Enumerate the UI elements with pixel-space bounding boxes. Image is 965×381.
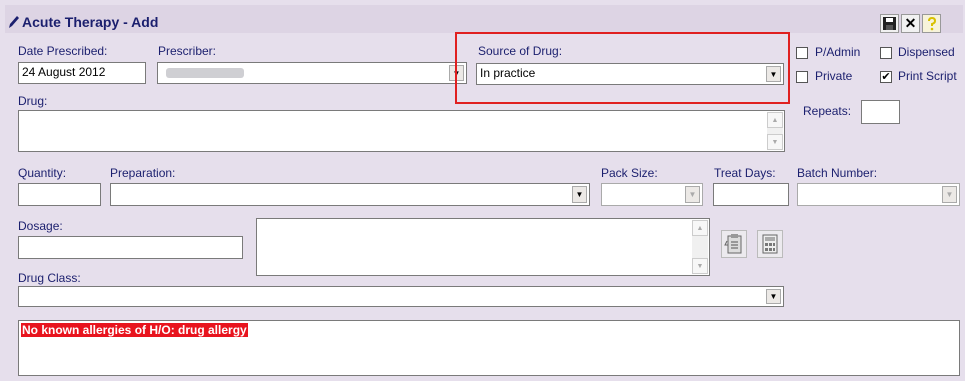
chevron-down-icon[interactable]: ▼ (685, 186, 700, 203)
drug-class-select[interactable]: ▼ (18, 286, 784, 307)
date-prescribed-field[interactable]: 24 August 2012 (18, 62, 146, 84)
help-button[interactable] (922, 14, 941, 33)
prescriber-redacted-value (166, 68, 244, 78)
prescriber-select[interactable]: ▼ (157, 62, 467, 84)
dosage-field[interactable] (18, 236, 243, 259)
scroll-up-icon[interactable]: ▲ (692, 220, 708, 236)
scroll-down-icon[interactable]: ▼ (767, 134, 783, 150)
drug-field[interactable]: ▲ ▼ (18, 110, 785, 152)
dosage-label: Dosage: (18, 219, 63, 233)
pack-size-select[interactable]: ▼ (601, 183, 703, 206)
dosage-scrollbar[interactable]: ▲ ▼ (692, 220, 708, 274)
batch-number-select[interactable]: ▼ (797, 183, 960, 206)
preparation-select[interactable]: ▼ (110, 183, 590, 206)
save-button[interactable] (880, 14, 899, 33)
chevron-down-icon[interactable]: ▼ (942, 186, 957, 203)
title-bar: Acute Therapy - Add ✕ (5, 5, 963, 33)
clipboard-button[interactable] (721, 230, 747, 258)
calculator-icon (762, 234, 778, 254)
private-label: Private (815, 69, 853, 83)
date-prescribed-label: Date Prescribed: (18, 44, 108, 58)
quantity-field[interactable] (18, 183, 101, 206)
dispensed-checkbox[interactable] (880, 47, 892, 59)
treat-days-field[interactable] (713, 183, 789, 206)
clipboard-icon (724, 234, 742, 254)
allergy-alert: No known allergies of H/O: drug allergy (21, 323, 248, 337)
p-admin-checkbox[interactable] (796, 47, 808, 59)
pack-size-label: Pack Size: (601, 166, 658, 180)
print-script-checkbox[interactable]: ✔ (880, 71, 892, 83)
drug-label: Drug: (18, 94, 48, 108)
print-script-label: Print Script (898, 69, 957, 83)
floppy-disk-icon (883, 17, 896, 30)
chevron-down-icon[interactable]: ▼ (766, 289, 781, 304)
scroll-up-icon[interactable]: ▲ (767, 112, 783, 128)
help-icon (927, 16, 936, 30)
preparation-label: Preparation: (110, 166, 176, 180)
prescriber-label: Prescriber: (158, 44, 217, 58)
pencil-icon (9, 16, 19, 28)
chevron-down-icon[interactable]: ▼ (572, 186, 587, 203)
repeats-field[interactable] (861, 100, 900, 124)
dosage-instructions-field[interactable]: ▲ ▼ (256, 218, 710, 276)
drug-scrollbar[interactable]: ▲ ▼ (767, 112, 783, 150)
allergy-panel: No known allergies of H/O: drug allergy (18, 320, 960, 376)
batch-number-label: Batch Number: (797, 166, 878, 180)
scroll-down-icon[interactable]: ▼ (692, 258, 708, 274)
highlight-annotation (455, 32, 790, 104)
quantity-label: Quantity: (18, 166, 67, 180)
close-icon: ✕ (904, 15, 917, 31)
calculator-button[interactable] (757, 230, 783, 258)
close-button[interactable]: ✕ (901, 14, 920, 33)
p-admin-label: P/Admin (815, 45, 861, 59)
date-prescribed-value: 24 August 2012 (22, 65, 106, 79)
private-checkbox[interactable] (796, 71, 808, 83)
repeats-label: Repeats: (803, 104, 852, 118)
window-title: Acute Therapy - Add (22, 14, 159, 30)
dispensed-label: Dispensed (898, 45, 955, 59)
treat-days-label: Treat Days: (714, 166, 776, 180)
drug-class-label: Drug Class: (18, 271, 81, 285)
acute-therapy-form: Acute Therapy - Add ✕ Date Prescribed: 2… (0, 0, 965, 381)
